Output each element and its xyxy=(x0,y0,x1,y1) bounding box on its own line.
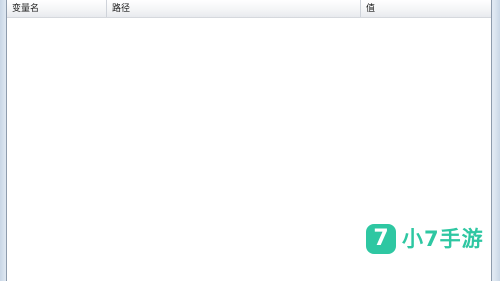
watermark: 7 小7手游 xyxy=(366,224,496,260)
column-header-variable-name[interactable]: 变量名 xyxy=(7,0,107,17)
watermark-logo-icon: 7 xyxy=(366,224,396,254)
column-header-path[interactable]: 路径 xyxy=(107,0,361,17)
window: 变量名 路径 值 7 小7手游 xyxy=(0,0,500,281)
watermark-text: 小7手游 xyxy=(402,227,484,251)
column-header-value[interactable]: 值 xyxy=(361,0,491,17)
list-header: 变量名 路径 值 xyxy=(7,0,491,18)
